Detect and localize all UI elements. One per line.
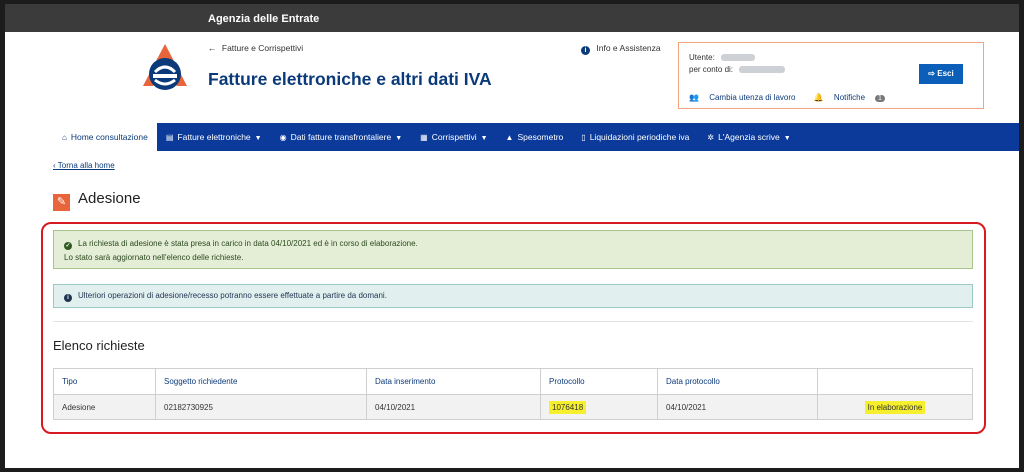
info-icon: i [64, 294, 72, 302]
info-alert: i Ulteriori operazioni di adesione/recess… [53, 284, 973, 308]
nav-liquidazioni[interactable]: ▯ Liquidazioni periodiche iva [572, 123, 698, 151]
logout-button[interactable]: ⇨ Esci [919, 64, 963, 84]
col-data-protocollo[interactable]: Data protocollo [657, 368, 818, 395]
cell-stato: In elaborazione [817, 394, 973, 420]
cell-protocollo: 1076418 [540, 394, 658, 420]
success-alert: ✓ La richiesta di adesione è stata presa … [53, 230, 973, 269]
requests-section-title: Elenco richieste [53, 338, 145, 353]
main-navbar: ⌂ Home consultazione ▤ Fatture elettronich… [53, 123, 1019, 151]
col-soggetto[interactable]: Soggetto richiedente [155, 368, 367, 395]
table-header-row: Tipo Soggetto richiedente Data inserimen… [53, 368, 973, 395]
status-badge: In elaborazione [864, 400, 926, 414]
user-row: Utente: [689, 53, 756, 62]
register-icon: ▦ [420, 133, 428, 142]
nav-corrispettivi[interactable]: ▦ Corrispettivi ▼ [411, 123, 496, 151]
nav-home-consultazione[interactable]: ⌂ Home consultazione [53, 123, 157, 151]
notifications-link[interactable]: 🔔 Notifiche 1 [814, 93, 893, 102]
cell-tipo: Adesione [53, 394, 156, 420]
nav-fatture-elettroniche[interactable]: ▤ Fatture elettroniche ▼ [157, 123, 271, 151]
table-row[interactable]: Adesione 02182730925 04/10/2021 1076418 … [53, 394, 973, 420]
col-data-inserimento[interactable]: Data inserimento [366, 368, 541, 395]
chevron-down-icon: ▼ [480, 135, 488, 142]
divider [53, 321, 973, 322]
chevron-down-icon: ▼ [395, 135, 403, 142]
agency-name[interactable]: Agenzia delle Entrate [208, 13, 319, 25]
on-behalf-row: per conto di: [689, 65, 786, 74]
nav-dati-transfrontaliere[interactable]: ◉ Dati fatture transfrontaliere ▼ [271, 123, 412, 151]
agency-topbar: Agenzia delle Entrate [5, 4, 1019, 32]
chevron-down-icon: ▼ [783, 135, 791, 142]
back-to-fatture-link[interactable]: ← Fatture e Corrispettivi [208, 43, 303, 53]
user-panel: Utente: per conto di: 👥 Cambia utenza di… [678, 42, 984, 109]
protocol-number: 1076418 [549, 400, 587, 414]
document-icon: ▯ [581, 133, 586, 142]
user-links: 👥 Cambia utenza di lavoro 🔔 Notifiche 1 [689, 93, 901, 102]
col-protocollo[interactable]: Protocollo [540, 368, 658, 395]
nav-spesometro[interactable]: ▲ Spesometro [497, 123, 573, 151]
chevron-left-icon: ‹ [53, 161, 56, 170]
file-icon: ▤ [165, 133, 174, 142]
cell-data-inserimento: 04/10/2021 [366, 394, 541, 420]
settings-icon: ✲ [707, 133, 715, 142]
back-home-link[interactable]: ‹ Torna alla home [53, 161, 115, 170]
check-circle-icon: ✓ [64, 242, 72, 250]
cell-soggetto: 02182730925 [155, 394, 367, 420]
info-assistance-link[interactable]: i Info e Assistenza [581, 43, 661, 55]
logout-icon: ⇨ [928, 69, 935, 78]
redacted-user [721, 54, 756, 62]
edit-icon: ✎ [53, 194, 70, 211]
change-workspace-link[interactable]: 👥 Cambia utenza di lavoro [689, 93, 803, 102]
globe-icon: ◉ [279, 133, 287, 142]
col-stato [817, 368, 973, 395]
cell-data-protocollo: 04/10/2021 [657, 394, 818, 420]
chevron-down-icon: ▼ [254, 135, 262, 142]
shop-icon: ▲ [505, 133, 514, 142]
notifications-badge: 1 [875, 95, 885, 102]
page-title: ✎ Adesione [53, 190, 141, 211]
app-title: Fatture elettroniche e altri dati IVA [208, 69, 492, 89]
users-icon: 👥 [689, 93, 699, 102]
requests-table: Tipo Soggetto richiedente Data inserimen… [53, 368, 973, 420]
arrow-left-icon: ← [208, 43, 217, 53]
home-icon: ⌂ [62, 133, 67, 142]
info-icon: i [581, 46, 590, 55]
app-header: ← Fatture e Corrispettivi Fatture elettr… [5, 32, 1019, 123]
bell-icon: 🔔 [813, 93, 824, 102]
agenzia-logo-icon[interactable] [137, 42, 193, 94]
nav-agenzia-scrive[interactable]: ✲ L'Agenzia scrive ▼ [698, 123, 799, 151]
redacted-entity [739, 66, 786, 74]
browser-frame: Agenzia delle Entrate ← Fatture e Corris… [5, 4, 1019, 468]
col-tipo[interactable]: Tipo [53, 368, 156, 395]
